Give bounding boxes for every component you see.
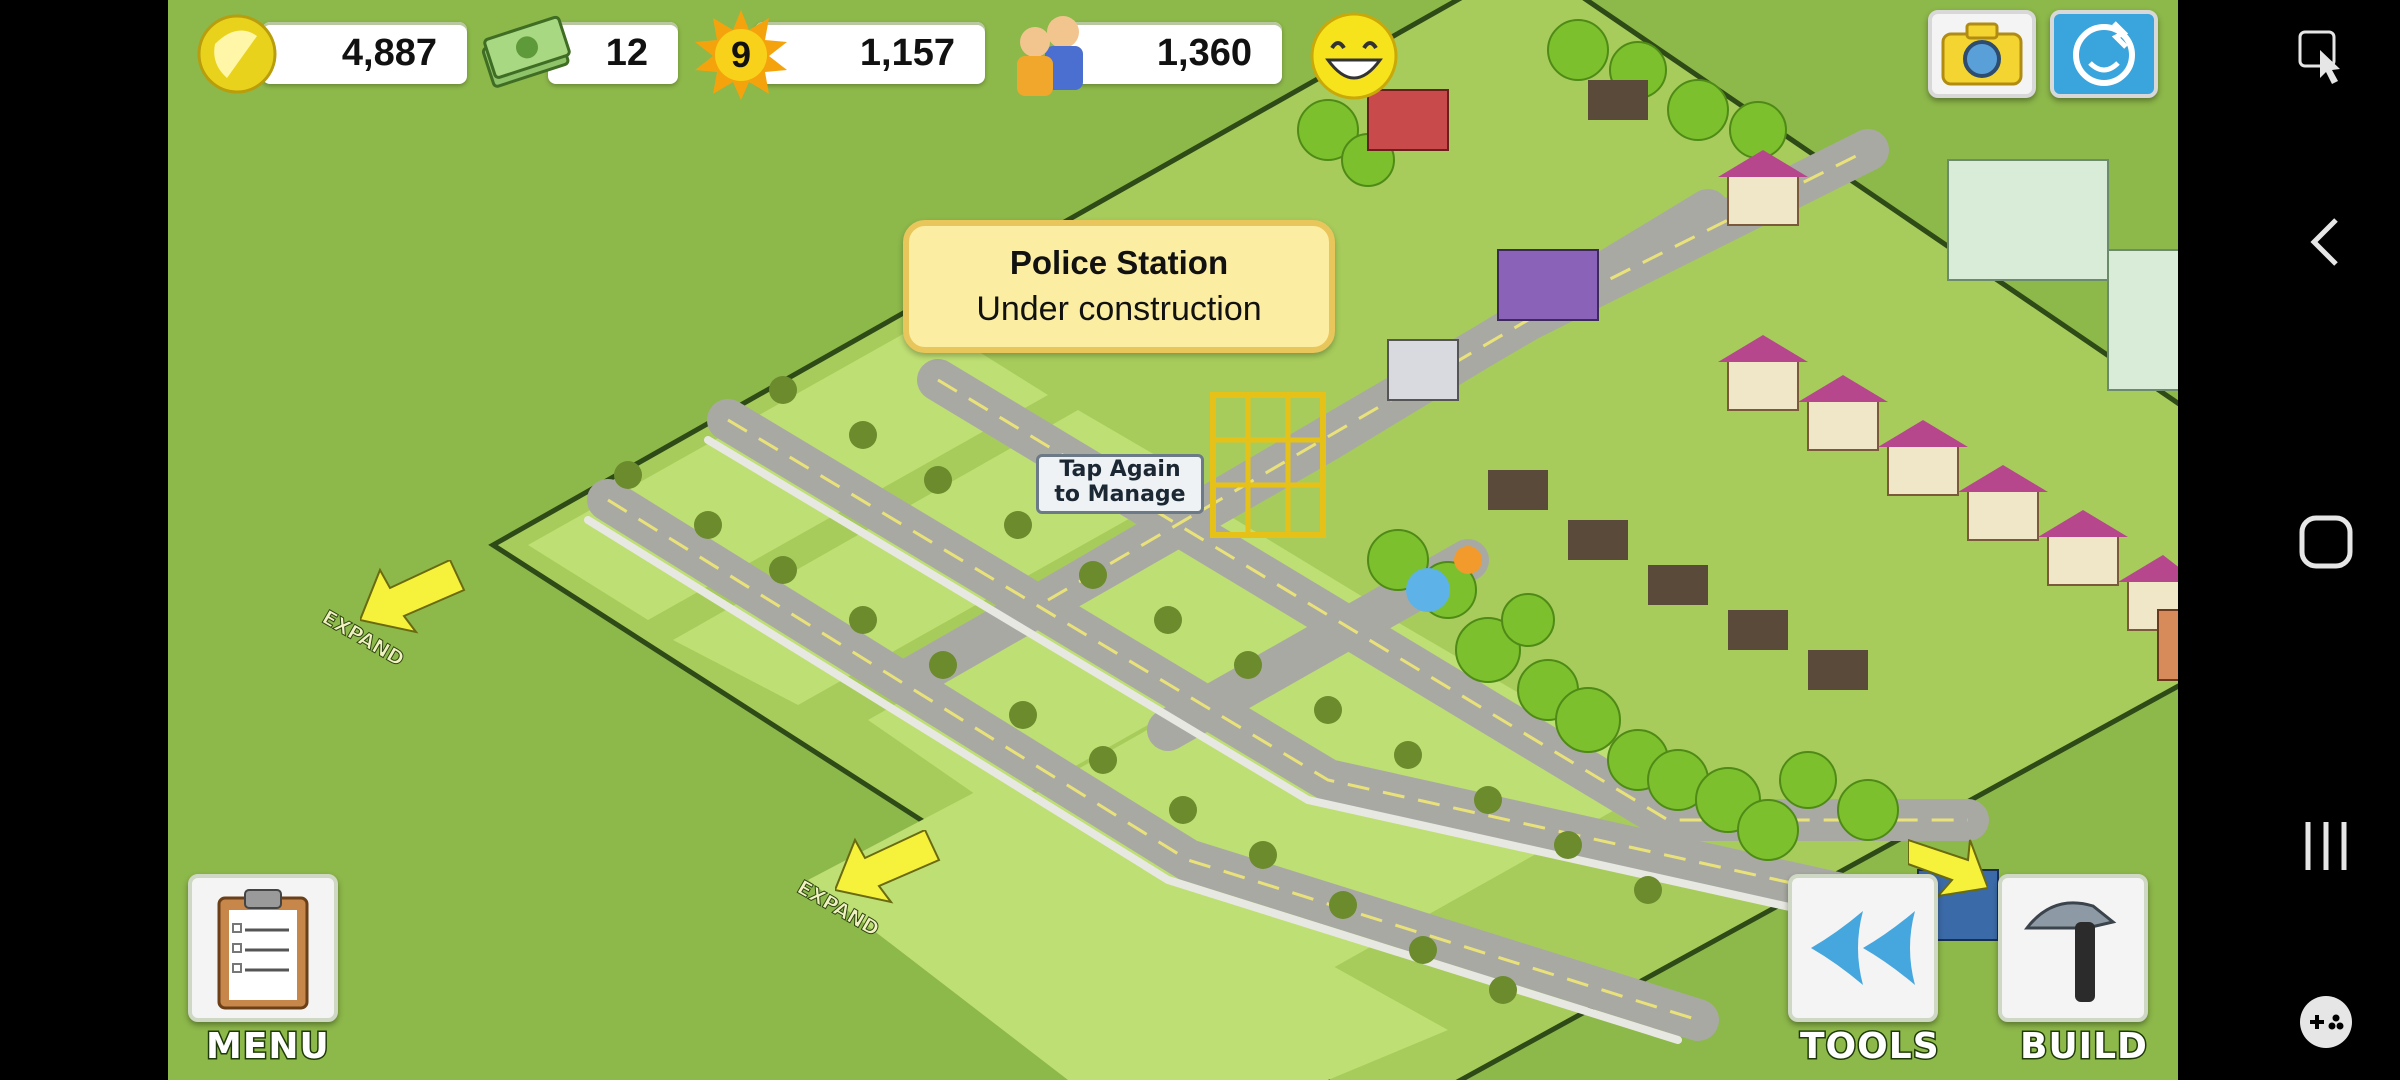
- back-icon[interactable]: [2308, 214, 2344, 270]
- cash-icon: [481, 15, 571, 88]
- tap-again-line2: to Manage: [1054, 482, 1186, 507]
- neighbor-face-icon: [2073, 21, 2135, 86]
- level-star: 9: [695, 10, 787, 100]
- home-icon[interactable]: [2298, 514, 2354, 570]
- hammer-icon: [2023, 901, 2117, 1002]
- xp-value: 1,157: [859, 31, 955, 74]
- expand-arrow-west[interactable]: EXPAND: [318, 560, 478, 680]
- build-label: BUILD: [2019, 1025, 2149, 1069]
- coins-value-box: 4,887: [262, 22, 467, 84]
- expand-arrow-icon: [360, 560, 466, 634]
- expand-arrow-icon: [835, 830, 941, 904]
- build-button[interactable]: BUILD: [1998, 874, 2150, 1074]
- gamepad-icon[interactable]: [2298, 994, 2354, 1050]
- neighbors-button[interactable]: [2050, 10, 2158, 98]
- build-button-tile[interactable]: [1998, 874, 2148, 1022]
- tools-button[interactable]: TOOLS: [1788, 874, 1940, 1074]
- rewind-icon: [1811, 911, 1915, 985]
- level-value: 9: [730, 34, 752, 75]
- tap-again-line1: Tap Again: [1059, 457, 1181, 482]
- system-navigation-bar: [2178, 0, 2400, 1080]
- camera-button[interactable]: [1928, 10, 2036, 98]
- coins-value: 4,887: [341, 31, 437, 74]
- building-tooltip[interactable]: Police Station Under construction: [903, 220, 1335, 353]
- screenshot-touch-icon[interactable]: [2298, 30, 2348, 86]
- tools-label: TOOLS: [1799, 1025, 1941, 1069]
- camera-icon: [1941, 22, 2023, 86]
- tap-again-label[interactable]: Tap Again to Manage: [1036, 454, 1204, 514]
- menu-button[interactable]: MENU: [188, 874, 340, 1074]
- population-value-box: 1,360: [1067, 22, 1282, 84]
- population-icon: [1017, 16, 1083, 96]
- expand-arrow-south[interactable]: EXPAND: [793, 830, 963, 950]
- population-value: 1,360: [1156, 31, 1252, 74]
- clipboard-icon: [217, 889, 309, 1010]
- menu-button-tile[interactable]: [188, 874, 338, 1022]
- tooltip-title: Police Station: [1009, 244, 1229, 281]
- xp-value-box: 1,157: [755, 22, 985, 84]
- tooltip-subtitle: Under construction: [976, 290, 1262, 328]
- recents-icon[interactable]: [2302, 818, 2350, 874]
- tools-button-tile[interactable]: [1788, 874, 1938, 1022]
- coin-icon: [197, 14, 277, 94]
- cash-value: 12: [605, 31, 648, 74]
- menu-label: MENU: [205, 1025, 331, 1069]
- happiness-face-icon[interactable]: [1310, 12, 1398, 100]
